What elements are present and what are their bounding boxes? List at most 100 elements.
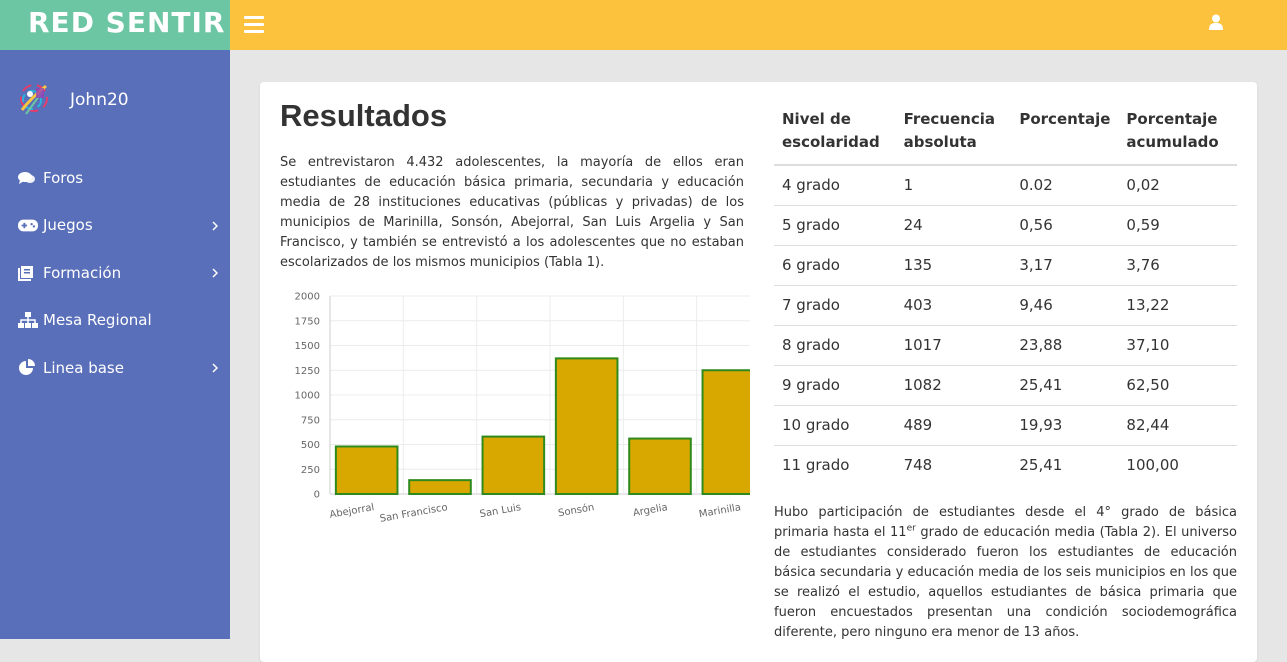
top-navbar	[230, 0, 1287, 50]
table-cell: 4 grado	[782, 176, 840, 195]
x-tick-label: Abejorral	[329, 502, 375, 521]
y-tick-label: 0	[314, 490, 320, 501]
outro-paragraph: Hubo participación de estudiantes desde …	[774, 503, 1237, 643]
y-tick-label: 1500	[295, 341, 320, 352]
schooling-table: Nivel de escolaridad Frecuencia absoluta…	[774, 100, 1237, 485]
x-tick-label: Marinilla	[698, 502, 742, 520]
chevron-right-icon	[212, 217, 219, 235]
y-tick-label: 500	[301, 440, 320, 451]
table-cell: 24	[895, 204, 1012, 245]
sidebar-item-label: Formación	[43, 263, 122, 282]
page-title: Resultados	[280, 98, 448, 133]
table-cell: 8 grado	[774, 324, 896, 365]
y-tick-label: 1750	[295, 316, 320, 327]
brand-logo[interactable]: RED SENTIR	[0, 0, 230, 50]
bar	[628, 437, 692, 495]
sidebar: John20 Foros Juegos Formación Mesa Regio…	[0, 50, 230, 639]
user-profile[interactable]: John20	[16, 80, 129, 120]
table-cell: 82,44	[1118, 404, 1237, 445]
table-cell: 10 grado	[774, 404, 896, 445]
table-cell: 100,00	[1118, 444, 1237, 485]
bar	[701, 369, 750, 495]
user-icon[interactable]	[1209, 14, 1223, 34]
y-tick-label: 250	[301, 465, 320, 476]
table-cell: 62,50	[1118, 364, 1237, 405]
bar	[481, 435, 546, 495]
table-cell: 9 grado	[774, 364, 896, 405]
x-tick-label: Argelia	[632, 502, 668, 519]
sidebar-item-mesa-regional[interactable]: Mesa Regional	[0, 297, 230, 345]
table-row: 5 grado 24 0,56 0,59	[774, 204, 1237, 245]
gamepad-icon	[18, 216, 38, 234]
bar	[554, 357, 619, 496]
bar-chart: 025050075010001250150017502000Abejorral S…	[295, 292, 750, 524]
sidebar-item-formacion[interactable]: Formación	[0, 249, 230, 297]
sitemap-icon	[18, 311, 38, 329]
chevron-right-icon	[212, 264, 219, 282]
table-cell: 9,46	[1011, 284, 1119, 325]
superscript: er	[906, 523, 916, 534]
table-row: 4 grado 1 0.02 0,02	[774, 165, 1237, 205]
table-cell: 11 grado	[774, 444, 896, 485]
table-cell: 0.02	[1019, 176, 1053, 195]
bar	[408, 479, 472, 495]
table-cell: 489	[895, 404, 1012, 445]
table-cell: 3,76	[1118, 244, 1237, 285]
outro-text: grado de educación media (Tabla 2). El u…	[774, 525, 1238, 640]
column-header: Porcentaje	[1011, 100, 1119, 166]
y-tick-label: 750	[301, 415, 320, 426]
table-cell: 135	[895, 244, 1012, 285]
sidebar-item-label: Foros	[43, 168, 84, 187]
table-cell: 3,17	[1011, 244, 1119, 285]
chevron-right-icon	[212, 359, 219, 377]
sidebar-item-juegos[interactable]: Juegos	[0, 202, 230, 250]
table-cell: 748	[895, 444, 1012, 485]
hamburger-icon[interactable]	[244, 16, 264, 33]
comments-icon	[18, 169, 38, 187]
table-cell: 19,93	[1011, 404, 1119, 445]
sidebar-item-linea-base[interactable]: Linea base	[0, 344, 230, 392]
table-cell: 23,88	[1011, 324, 1119, 365]
table-body: 4 grado 1 0.02 0,02 5 grado 24 0,56 0,59 6 grado…	[774, 165, 1237, 485]
x-tick-label: San Luis	[479, 502, 522, 520]
table-cell: 6 grado	[774, 244, 896, 285]
table-cell: 37,10	[1118, 324, 1237, 365]
table-row: 11 grado 748 25,41 100,00	[774, 444, 1237, 485]
bar	[334, 445, 399, 495]
intro-paragraph: Se entrevistaron 4.432 adolescentes, la …	[280, 155, 744, 270]
results-panel: Resultados Se entrevistaron 4.432 adoles…	[260, 82, 1257, 662]
table-row: 7 grado 403 9,46 13,22	[774, 284, 1237, 325]
y-tick-label: 2000	[295, 292, 320, 303]
table-row: 8 grado 1017 23,88 37,10	[774, 324, 1237, 365]
avatar	[20, 84, 48, 115]
table-row: 10 grado 489 19,93 82,44	[774, 404, 1237, 445]
username: John20	[70, 90, 129, 110]
table-cell: 25,41	[1011, 364, 1119, 405]
table-cell: 0,02	[1126, 176, 1160, 195]
table-cell: 0,56	[1011, 204, 1119, 245]
x-tick-label: Sonsón	[557, 501, 595, 519]
x-tick-label: San Francisco	[379, 502, 449, 524]
sidebar-item-label: Juegos	[43, 216, 93, 235]
table-cell: 1	[903, 176, 914, 195]
book-icon	[18, 264, 38, 282]
sidebar-item-label: Linea base	[43, 358, 124, 377]
y-tick-label: 1250	[295, 366, 320, 377]
table-cell: 403	[895, 284, 1012, 325]
y-tick-label: 1000	[295, 391, 320, 402]
column-header: Frecuencia absoluta	[895, 100, 1012, 166]
table-header-row: Nivel de escolaridad Frecuencia absoluta…	[774, 100, 1237, 166]
sidebar-item-foros[interactable]: Foros	[0, 154, 230, 202]
table-row: 6 grado 135 3,17 3,76	[774, 244, 1237, 285]
table-cell: 5 grado	[774, 204, 896, 245]
table-cell: 1082	[895, 364, 1012, 405]
column-header: Porcentaje acumulado	[1118, 100, 1237, 166]
sidebar-item-label: Mesa Regional	[43, 311, 152, 330]
table-cell: 13,22	[1118, 284, 1237, 325]
table-cell: 1017	[895, 324, 1012, 365]
table-cell: 7 grado	[774, 284, 896, 325]
column-header: Nivel de escolaridad	[774, 100, 896, 166]
sidebar-menu: Foros Juegos Formación Mesa Regional Lin…	[0, 154, 230, 392]
pie-chart-icon	[18, 358, 38, 377]
table-cell: 0,59	[1118, 204, 1237, 245]
